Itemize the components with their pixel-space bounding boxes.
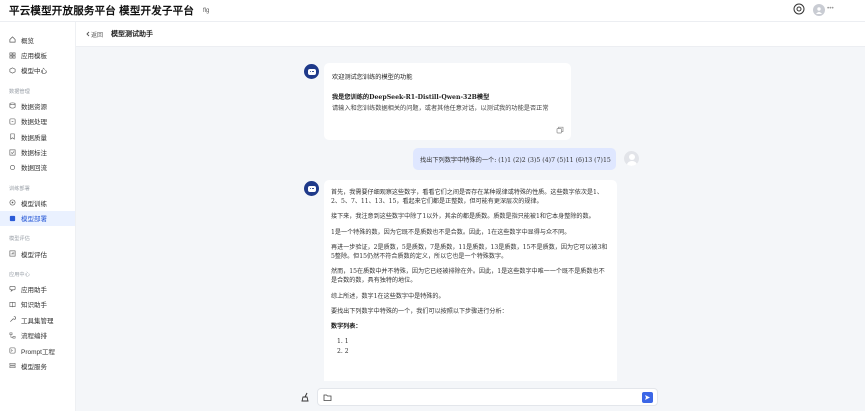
clear-chat-icon[interactable] <box>300 392 311 403</box>
sidebar-group-title: 数据管理 <box>9 88 30 95</box>
service-icon <box>9 363 16 369</box>
sidebar-item-label: 模型服务 <box>21 363 47 371</box>
tag-icon <box>9 149 16 155</box>
sidebar-item-model-deploy[interactable]: 模型部署 <box>0 210 75 226</box>
welcome-model-line: 我是您训练的DeepSeek-R1-Distill-Qwen-32B模型 <box>332 94 490 101</box>
sidebar-item-label: 模型评估 <box>21 251 47 259</box>
sidebar-item-label: Prompt工程 <box>21 348 55 356</box>
deploy-icon <box>9 215 16 221</box>
home-icon <box>9 36 16 43</box>
help-circle-icon[interactable] <box>793 3 805 15</box>
sidebar-group-title: 训练部署 <box>9 185 30 192</box>
answer-paragraph: 首先，我需要仔细观察这些数字，看看它们之间是否存在某种规律或特殊的性质。这些数字… <box>331 189 604 206</box>
list-item: 2. 2 <box>337 347 349 355</box>
sidebar-item-label: 工具集管理 <box>21 317 54 325</box>
knowledge-icon <box>9 301 16 308</box>
person-icon <box>816 7 822 14</box>
flow-icon <box>9 332 16 339</box>
back-label: 返回 <box>91 32 104 39</box>
user-message-avatar <box>624 151 639 166</box>
page-title: 模型测试助手 <box>111 31 154 38</box>
prompt-icon <box>9 347 16 354</box>
sidebar: 概览 应用模板 模型中心 数据管理 数据资源 数据处理 数据质量 数据标注 数据… <box>0 22 76 411</box>
platform-title: 平云模型开放服务平台 模型开发子平台 <box>9 5 195 17</box>
sidebar-item-label: 概览 <box>21 37 34 45</box>
robot-icon <box>307 185 316 192</box>
sidebar-item-data-processing[interactable]: 数据处理 <box>0 114 75 129</box>
sidebar-item-toolset[interactable]: 工具集管理 <box>0 312 75 327</box>
sidebar-item-label: 模型中心 <box>21 68 47 76</box>
sidebar-group-title: 应用中心 <box>9 271 30 278</box>
sidebar-item-data-reflow[interactable]: 数据回流 <box>0 160 75 175</box>
list-item: 1. 1 <box>337 338 349 346</box>
sidebar-item-label: 数据质量 <box>21 134 47 142</box>
answer-list: 1. 1 2. 2 <box>331 337 610 356</box>
answer-paragraph: 要找出下列数字中特殊的一个，我们可以按照以下步骤进行分析： <box>331 307 508 315</box>
cube-icon <box>9 67 16 74</box>
database-icon <box>9 102 16 109</box>
username[interactable]: ••• <box>827 5 834 12</box>
assistant-icon <box>9 286 16 293</box>
sidebar-item-label: 模型部署 <box>21 216 47 224</box>
main-content: 返回 模型测试助手 欢迎测试您训练的模型的功能 我是您训练的DeepSeek-R… <box>76 22 865 411</box>
message-input[interactable] <box>336 391 636 403</box>
input-bar <box>76 381 865 411</box>
answer-paragraph: 1是一个特殊的数，因为它既不是质数也不是合数。因此，1在这些数字中显得与众不同。 <box>331 228 571 236</box>
evaluate-icon <box>9 250 16 257</box>
reflow-icon <box>10 164 15 170</box>
folder-icon[interactable] <box>323 393 332 402</box>
copy-icon[interactable] <box>556 126 564 134</box>
sidebar-item-flow-orchestration[interactable]: 流程编排 <box>0 327 75 342</box>
sidebar-item-label: 应用模板 <box>21 53 47 61</box>
sidebar-item-app-assistant[interactable]: 应用助手 <box>0 281 75 296</box>
sidebar-item-data-resources[interactable]: 数据资源 <box>0 98 75 113</box>
sidebar-item-label: 数据资源 <box>21 103 47 111</box>
answer-paragraph: 然而，15在质数中并不特殊，因为它已经被排除在外。因此，1是这些数字中唯一一个既… <box>331 268 605 285</box>
sidebar-group-title: 模型评估 <box>9 236 30 243</box>
sidebar-item-data-annotation[interactable]: 数据标注 <box>0 144 75 159</box>
answer-paragraph: 接下来，我注意到这些数字中除了1以外，其余的都是质数。质数是指只能被1和它本身整… <box>331 213 595 221</box>
send-icon <box>645 395 650 400</box>
user-message: 找出下列数字中特殊的一个: (1)1 (2)2 (3)5 (4)7 (5)11 … <box>413 148 616 170</box>
welcome-title: 欢迎测试您训练的模型的功能 <box>332 74 413 81</box>
sidebar-item-overview[interactable]: 概览 <box>0 32 75 47</box>
tools-icon <box>10 316 16 323</box>
top-header: 平云模型开放服务平台 模型开发子平台 flg ••• <box>0 0 865 22</box>
train-icon <box>9 199 16 206</box>
answer-paragraph: 再进一步验证，2是质数，5是质数，7是质数，11是质数，13是质数，15不是质数… <box>331 243 608 261</box>
sidebar-item-prompt-engineering[interactable]: Prompt工程 <box>0 343 75 358</box>
answer-list-title: 数字列表： <box>331 323 362 331</box>
bot-answer: 首先，我需要仔细观察这些数字，看看它们之间是否存在某种规律或特殊的性质。这些数字… <box>324 180 617 381</box>
chat-area[interactable]: 欢迎测试您训练的模型的功能 我是您训练的DeepSeek-R1-Distill-… <box>76 47 865 381</box>
answer-paragraph: 综上所述，数字1在这些数字中是特殊的。 <box>331 292 445 300</box>
welcome-hint: 请输入和您训练数据相关的问题，或者其他任意对话，以测试我的功能是否正常 <box>332 105 549 112</box>
sidebar-item-label: 数据回流 <box>21 165 47 173</box>
sidebar-item-label: 模型训练 <box>21 200 47 208</box>
platform-tag: flg <box>203 8 210 14</box>
bot-avatar <box>304 64 319 79</box>
sidebar-item-label: 数据标注 <box>21 150 47 158</box>
robot-icon <box>307 68 316 75</box>
breadcrumb: 返回 模型测试助手 <box>76 22 865 47</box>
sidebar-item-label: 流程编排 <box>21 333 47 341</box>
message-input-box[interactable] <box>317 388 658 406</box>
sidebar-item-templates[interactable]: 应用模板 <box>0 47 75 62</box>
back-button[interactable]: 返回 <box>85 30 103 39</box>
sidebar-item-data-quality[interactable]: 数据质量 <box>0 129 75 144</box>
sidebar-item-model-training[interactable]: 模型训练 <box>0 195 75 210</box>
process-icon <box>9 118 16 125</box>
welcome-message: 欢迎测试您训练的模型的功能 我是您训练的DeepSeek-R1-Distill-… <box>324 63 571 140</box>
sidebar-item-knowledge-assistant[interactable]: 知识助手 <box>0 297 75 312</box>
grid-icon <box>9 52 16 59</box>
sidebar-item-model-evaluation[interactable]: 模型评估 <box>0 246 75 261</box>
bookmark-icon <box>10 133 15 140</box>
sidebar-item-model-service[interactable]: 模型服务 <box>0 358 75 373</box>
sidebar-item-label: 知识助手 <box>21 302 47 310</box>
bot-avatar <box>304 181 319 196</box>
sidebar-item-label: 应用助手 <box>21 286 47 294</box>
sidebar-item-model-center[interactable]: 模型中心 <box>0 63 75 78</box>
user-avatar[interactable] <box>813 4 825 16</box>
send-button[interactable] <box>642 392 653 403</box>
sidebar-item-label: 数据处理 <box>21 119 47 127</box>
